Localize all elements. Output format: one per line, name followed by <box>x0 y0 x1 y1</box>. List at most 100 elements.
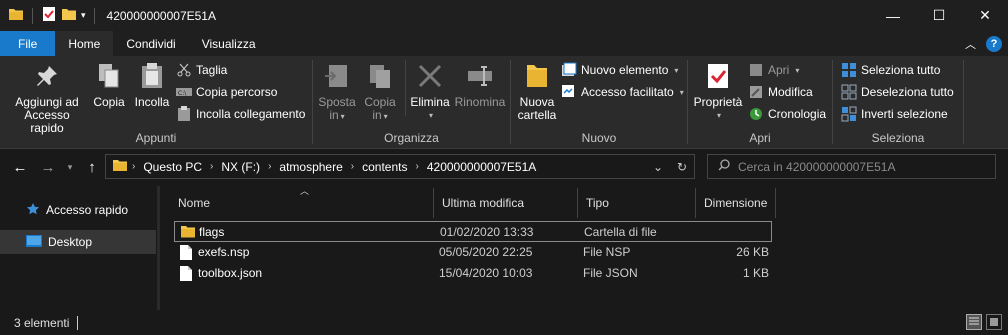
select-group-label: Seleziona <box>871 131 925 145</box>
breadcrumb-current[interactable]: 420000000007E51A <box>427 160 536 174</box>
easy-access-button[interactable]: Accesso facilitato ▾ <box>561 82 684 102</box>
select-all-icon <box>841 62 857 78</box>
tab-home[interactable]: Home <box>55 31 114 56</box>
back-arrow-icon[interactable]: ← <box>10 159 30 176</box>
search-input[interactable] <box>738 159 988 174</box>
forward-arrow-icon[interactable]: → <box>38 159 58 176</box>
close-button[interactable]: ✕ <box>962 0 1008 31</box>
chevron-right-icon[interactable]: › <box>351 161 354 172</box>
edit-button[interactable]: Modifica <box>748 82 813 102</box>
paste-button[interactable]: Incolla <box>132 60 172 109</box>
address-bar[interactable]: › Questo PC › NX (F:) › atmosphere › con… <box>105 154 695 179</box>
navigation-pane: Accesso rapido Desktop <box>0 186 160 310</box>
file-type: Cartella di file <box>584 225 657 239</box>
rename-label: Rinomina <box>454 95 506 109</box>
navigation-bar: ← → ▾ ↑ › Questo PC › NX (F:) › atmosphe… <box>0 149 1008 186</box>
history-button[interactable]: Cronologia <box>748 104 826 124</box>
paste-shortcut-button[interactable]: Incolla collegamento <box>176 104 305 124</box>
delete-button[interactable]: Elimina ▾ <box>409 60 451 122</box>
select-all-button[interactable]: Seleziona tutto <box>841 60 940 80</box>
file-modified: 05/05/2020 22:25 <box>439 245 533 259</box>
recent-locations-chevron-icon[interactable]: ▾ <box>60 162 80 173</box>
minimize-button[interactable]: — <box>870 0 916 31</box>
rename-button[interactable]: Rinomina <box>453 60 507 109</box>
collapse-ribbon-icon[interactable]: ︿ <box>965 36 976 52</box>
breadcrumb-contents[interactable]: contents <box>362 160 407 174</box>
help-icon[interactable]: ? <box>986 35 1002 52</box>
nav-item-label: Desktop <box>48 235 93 249</box>
select-group: Seleziona tutto Deseleziona tutto Invert… <box>833 56 963 149</box>
breadcrumb-drive[interactable]: NX (F:) <box>221 160 260 174</box>
copy-to-line2: in ▾ <box>372 108 388 122</box>
folder-icon <box>112 158 128 175</box>
open-button[interactable]: Apri ▾ <box>748 60 799 80</box>
tabs-right-controls: ︿ ? <box>965 31 1008 56</box>
copy-path-button[interactable]: C:\ Copia percorso <box>176 82 277 102</box>
open-group: Proprietà ▾ Apri ▾ Modifica Cronologia A… <box>688 56 832 149</box>
easy-access-caret: ▾ <box>679 87 684 97</box>
star-icon <box>26 202 40 219</box>
chevron-right-icon[interactable]: › <box>268 161 271 172</box>
select-none-label: Deseleziona tutto <box>861 85 954 99</box>
toolbar-separator <box>32 7 33 24</box>
up-arrow-icon[interactable]: ↑ <box>82 159 102 176</box>
item-count: 3 elementi <box>14 315 70 330</box>
paste-shortcut-icon <box>176 106 192 122</box>
copy-button[interactable]: Copia <box>92 60 126 109</box>
copy-path-label: Copia percorso <box>196 85 278 99</box>
paste-label: Incolla <box>134 95 170 109</box>
file-row[interactable]: toolbox.json 15/04/2020 10:03 File JSON … <box>174 263 772 284</box>
maximize-button[interactable]: ☐ <box>916 0 962 31</box>
tab-share[interactable]: Condividi <box>113 31 188 56</box>
breadcrumb-atmosphere[interactable]: atmosphere <box>279 160 342 174</box>
invert-selection-icon <box>841 106 857 122</box>
tab-file[interactable]: File <box>0 31 56 56</box>
invert-selection-button[interactable]: Inverti selezione <box>841 104 948 124</box>
refresh-icon[interactable]: ↻ <box>670 160 694 174</box>
new-folder-quick-icon[interactable] <box>61 7 77 24</box>
delete-caret: ▾ <box>428 111 433 120</box>
new-item-button[interactable]: Nuovo elemento ▾ <box>561 60 678 80</box>
open-caret: ▾ <box>795 65 800 75</box>
copy-path-icon: C:\ <box>176 84 192 100</box>
chevron-right-icon[interactable]: › <box>210 161 213 172</box>
move-to-button[interactable]: Sposta in ▾ <box>317 60 357 123</box>
column-header-name[interactable]: Nome <box>170 188 434 218</box>
nav-item-desktop[interactable]: Desktop <box>0 230 156 254</box>
search-box[interactable] <box>707 154 996 179</box>
file-row[interactable]: exefs.nsp 05/05/2020 22:25 File NSP 26 K… <box>174 242 772 263</box>
pin-quick-access-button[interactable]: Aggiungi ad Accesso rapido <box>8 60 86 135</box>
desktop-icon <box>26 234 42 250</box>
nav-item-quick-access[interactable]: Accesso rapido <box>0 198 156 222</box>
new-group: Nuova cartella Nuovo elemento ▾ Accesso … <box>511 56 687 149</box>
copy-to-button[interactable]: Copia in ▾ <box>361 60 399 123</box>
file-name: toolbox.json <box>198 266 263 280</box>
column-header-modified[interactable]: Ultima modifica <box>434 188 578 218</box>
file-list: ︿ Nome Ultima modifica Tipo Dimensione f… <box>160 186 1008 310</box>
properties-label: Proprietà <box>693 95 743 109</box>
properties-quick-icon[interactable] <box>41 6 57 25</box>
delete-label: Elimina <box>410 95 450 109</box>
column-header-size[interactable]: Dimensione <box>696 188 776 218</box>
scissors-icon <box>176 62 192 78</box>
new-item-icon <box>561 62 577 78</box>
cut-button[interactable]: Taglia <box>176 60 227 80</box>
new-folder-button[interactable]: Nuova cartella <box>515 60 559 122</box>
address-dropdown-icon[interactable]: ⌄ <box>646 160 670 174</box>
rename-icon <box>464 60 496 92</box>
select-none-icon <box>841 84 857 100</box>
column-header-type[interactable]: Tipo <box>578 188 696 218</box>
large-icons-view-icon[interactable] <box>986 314 1002 330</box>
properties-button[interactable]: Proprietà ▾ <box>692 60 744 122</box>
chevron-right-icon[interactable]: › <box>132 161 135 172</box>
select-none-button[interactable]: Deseleziona tutto <box>841 82 954 102</box>
tab-view[interactable]: Visualizza <box>189 31 269 56</box>
chevron-right-icon[interactable]: › <box>416 161 419 172</box>
edit-label: Modifica <box>768 85 813 99</box>
details-view-icon[interactable] <box>966 314 982 330</box>
file-row[interactable]: flags 01/02/2020 13:33 Cartella di file <box>174 221 772 242</box>
breadcrumb-this-pc[interactable]: Questo PC <box>143 160 202 174</box>
status-bar: 3 elementi <box>0 310 1008 335</box>
customize-toolbar-icon[interactable]: ▾ <box>81 10 86 21</box>
invert-selection-label: Inverti selezione <box>861 107 948 121</box>
